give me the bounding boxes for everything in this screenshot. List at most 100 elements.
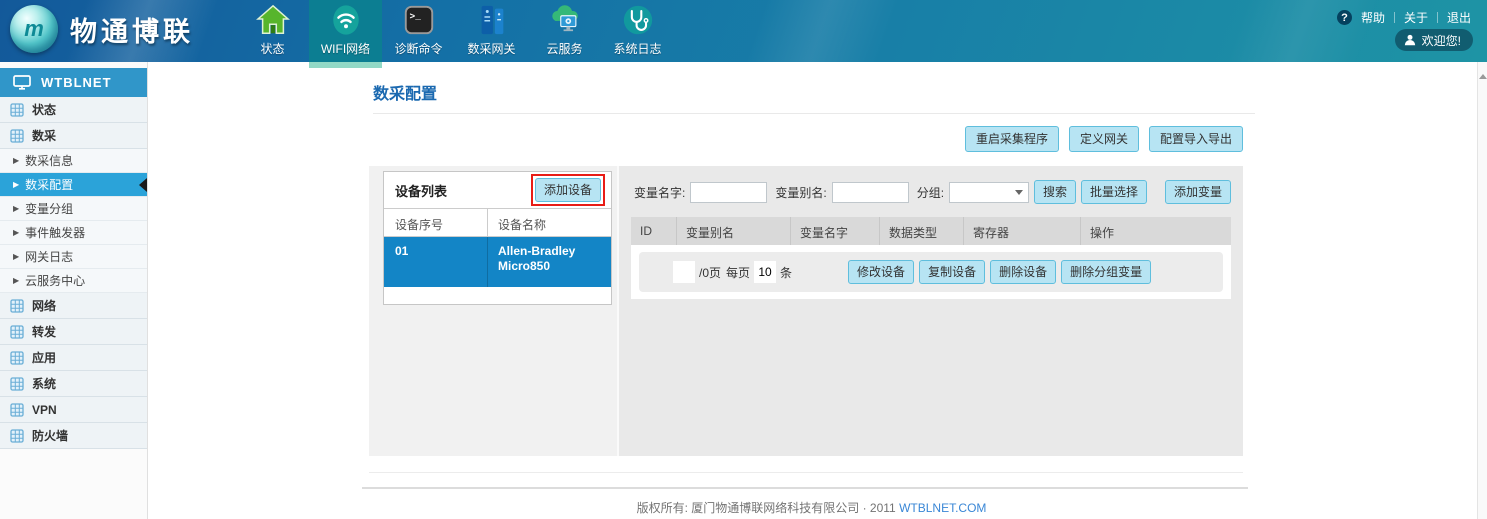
- grid-icon: [10, 299, 24, 313]
- sidebar-item-firewall[interactable]: 防火墙: [0, 423, 147, 449]
- device-no-column-header: 设备序号: [384, 209, 487, 236]
- add-variable-button[interactable]: 添加变量: [1165, 180, 1231, 204]
- nav-label: 诊断命令: [394, 40, 442, 57]
- device-name-cell: Allen-Bradley Micro850: [487, 237, 611, 287]
- nav-item-data-gateway[interactable]: 数采网关: [455, 0, 528, 62]
- footer: 版权所有: 厦门物通博联网络科技有限公司 · 2011 WTBLNET.COM: [148, 499, 1475, 516]
- divider: [373, 113, 1255, 114]
- top-header-bar: m 物通博联 状态 WIFI网络 >_ 诊断命令: [0, 0, 1487, 62]
- welcome-button[interactable]: 欢迎您!: [1395, 29, 1473, 51]
- device-name-column-header: 设备名称: [487, 209, 611, 236]
- grid-icon: [10, 377, 24, 391]
- group-select[interactable]: [949, 182, 1029, 203]
- nav-label: 云服务: [546, 40, 582, 57]
- annotation-highlight-box: 添加设备: [531, 174, 605, 206]
- sidebar-item-label: 变量分组: [25, 200, 73, 217]
- sidebar-item-label: 转发: [32, 323, 56, 340]
- brand-logo-text: 物通博联: [70, 10, 194, 49]
- triangle-bullet-icon: ▶: [13, 156, 19, 165]
- nav-item-status[interactable]: 状态: [236, 0, 309, 62]
- divider: [362, 487, 1248, 489]
- sidebar-subitem-data-info[interactable]: ▶ 数采信息: [0, 149, 147, 173]
- device-table-header: 设备序号 设备名称: [384, 209, 611, 237]
- per-page-input[interactable]: [754, 261, 776, 283]
- stethoscope-icon: [621, 3, 655, 37]
- variable-alias-input[interactable]: [832, 182, 909, 203]
- variable-alias-label: 变量别名:: [775, 184, 826, 201]
- sidebar-item-label: 网络: [32, 297, 56, 314]
- page-scrollbar[interactable]: [1477, 62, 1487, 519]
- chevron-down-icon: [1015, 190, 1023, 195]
- nav-label: 系统日志: [613, 40, 661, 57]
- sidebar-item-label: 防火墙: [32, 427, 68, 444]
- sidebar-item-data-acquisition[interactable]: 数采: [0, 123, 147, 149]
- nav-item-system-log[interactable]: 系统日志: [601, 0, 674, 62]
- terminal-icon: >_: [402, 3, 436, 37]
- grid-icon: [10, 129, 24, 143]
- triangle-bullet-icon: ▶: [13, 204, 19, 213]
- column-header-operation: 操作: [1081, 217, 1231, 245]
- sidebar-subitem-cloud-service-center[interactable]: ▶ 云服务中心: [0, 269, 147, 293]
- search-button[interactable]: 搜索: [1034, 180, 1076, 204]
- help-link[interactable]: 帮助: [1361, 9, 1385, 26]
- sidebar-item-label: 云服务中心: [25, 272, 85, 289]
- divider: [1437, 12, 1438, 23]
- device-table-row-selected[interactable]: 01 Allen-Bradley Micro850: [384, 237, 611, 287]
- home-icon: [256, 3, 290, 37]
- variable-filter-row: 变量名字: 变量别名: 分组: 搜索 批量选择 添加变量: [631, 180, 1231, 204]
- logout-link[interactable]: 退出: [1447, 9, 1471, 26]
- header-shine-decoration: [0, 0, 1487, 62]
- column-header-id: ID: [631, 217, 677, 245]
- sidebar-item-application[interactable]: 应用: [0, 345, 147, 371]
- sidebar-title: WTBLNET: [41, 75, 112, 90]
- restart-collector-button[interactable]: 重启采集程序: [965, 126, 1059, 152]
- column-header-alias: 变量别名: [677, 217, 791, 245]
- about-link[interactable]: 关于: [1404, 9, 1428, 26]
- nav-label: WIFI网络: [321, 40, 370, 57]
- grid-icon: [10, 403, 24, 417]
- sidebar-item-label: 数采信息: [25, 152, 73, 169]
- scroll-up-arrow-icon[interactable]: [1479, 74, 1487, 79]
- footer-link[interactable]: WTBLNET.COM: [899, 501, 986, 515]
- monitor-icon: [13, 75, 31, 90]
- variable-table-header: ID 变量别名 变量名字 数据类型 寄存器 操作: [631, 217, 1231, 245]
- device-list-title: 设备列表: [395, 181, 447, 200]
- variable-column: 变量名字: 变量别名: 分组: 搜索 批量选择 添加变量 ID 变量别名 变量名…: [619, 166, 1243, 456]
- page-suffix-label: /0页: [699, 264, 721, 281]
- variable-name-input[interactable]: [690, 182, 767, 203]
- copy-device-button[interactable]: 复制设备: [919, 260, 985, 284]
- sidebar-subitem-event-trigger[interactable]: ▶ 事件触发器: [0, 221, 147, 245]
- delete-device-button[interactable]: 删除设备: [990, 260, 1056, 284]
- sidebar-item-label: 数采配置: [25, 176, 73, 193]
- wifi-icon: [329, 3, 363, 37]
- nav-item-diagnostic-command[interactable]: >_ 诊断命令: [382, 0, 455, 62]
- sidebar-item-label: 事件触发器: [25, 224, 85, 241]
- page-input[interactable]: [673, 261, 695, 283]
- variable-name-label: 变量名字:: [634, 184, 685, 201]
- sidebar: WTBLNET 状态 数采 ▶ 数采信息 ▶ 数采配置 ▶ 变量分组 ▶ 事件触…: [0, 62, 148, 519]
- sidebar-item-system[interactable]: 系统: [0, 371, 147, 397]
- sidebar-item-forwarding[interactable]: 转发: [0, 319, 147, 345]
- config-import-export-button[interactable]: 配置导入导出: [1149, 126, 1243, 152]
- sidebar-item-network[interactable]: 网络: [0, 293, 147, 319]
- triangle-bullet-icon: ▶: [13, 276, 19, 285]
- group-label: 分组:: [917, 184, 944, 201]
- sidebar-item-label: VPN: [32, 403, 57, 417]
- sidebar-item-label: 系统: [32, 375, 56, 392]
- batch-select-button[interactable]: 批量选择: [1081, 180, 1147, 204]
- sidebar-item-status[interactable]: 状态: [0, 97, 147, 123]
- nav-item-cloud-service[interactable]: 云服务: [528, 0, 601, 62]
- sidebar-subitem-gateway-log[interactable]: ▶ 网关日志: [0, 245, 147, 269]
- add-device-button[interactable]: 添加设备: [535, 178, 601, 202]
- sidebar-item-vpn[interactable]: VPN: [0, 397, 147, 423]
- define-gateway-button[interactable]: 定义网关: [1069, 126, 1139, 152]
- sidebar-subitem-data-config[interactable]: ▶ 数采配置: [0, 173, 147, 197]
- triangle-bullet-icon: ▶: [13, 252, 19, 261]
- sidebar-subitem-variable-group[interactable]: ▶ 变量分组: [0, 197, 147, 221]
- delete-group-variable-button[interactable]: 删除分组变量: [1061, 260, 1151, 284]
- nav-item-wifi-network[interactable]: WIFI网络: [309, 0, 382, 62]
- modify-device-button[interactable]: 修改设备: [848, 260, 914, 284]
- grid-icon: [10, 351, 24, 365]
- sidebar-item-label: 数采: [32, 127, 56, 144]
- sidebar-header[interactable]: WTBLNET: [0, 68, 147, 97]
